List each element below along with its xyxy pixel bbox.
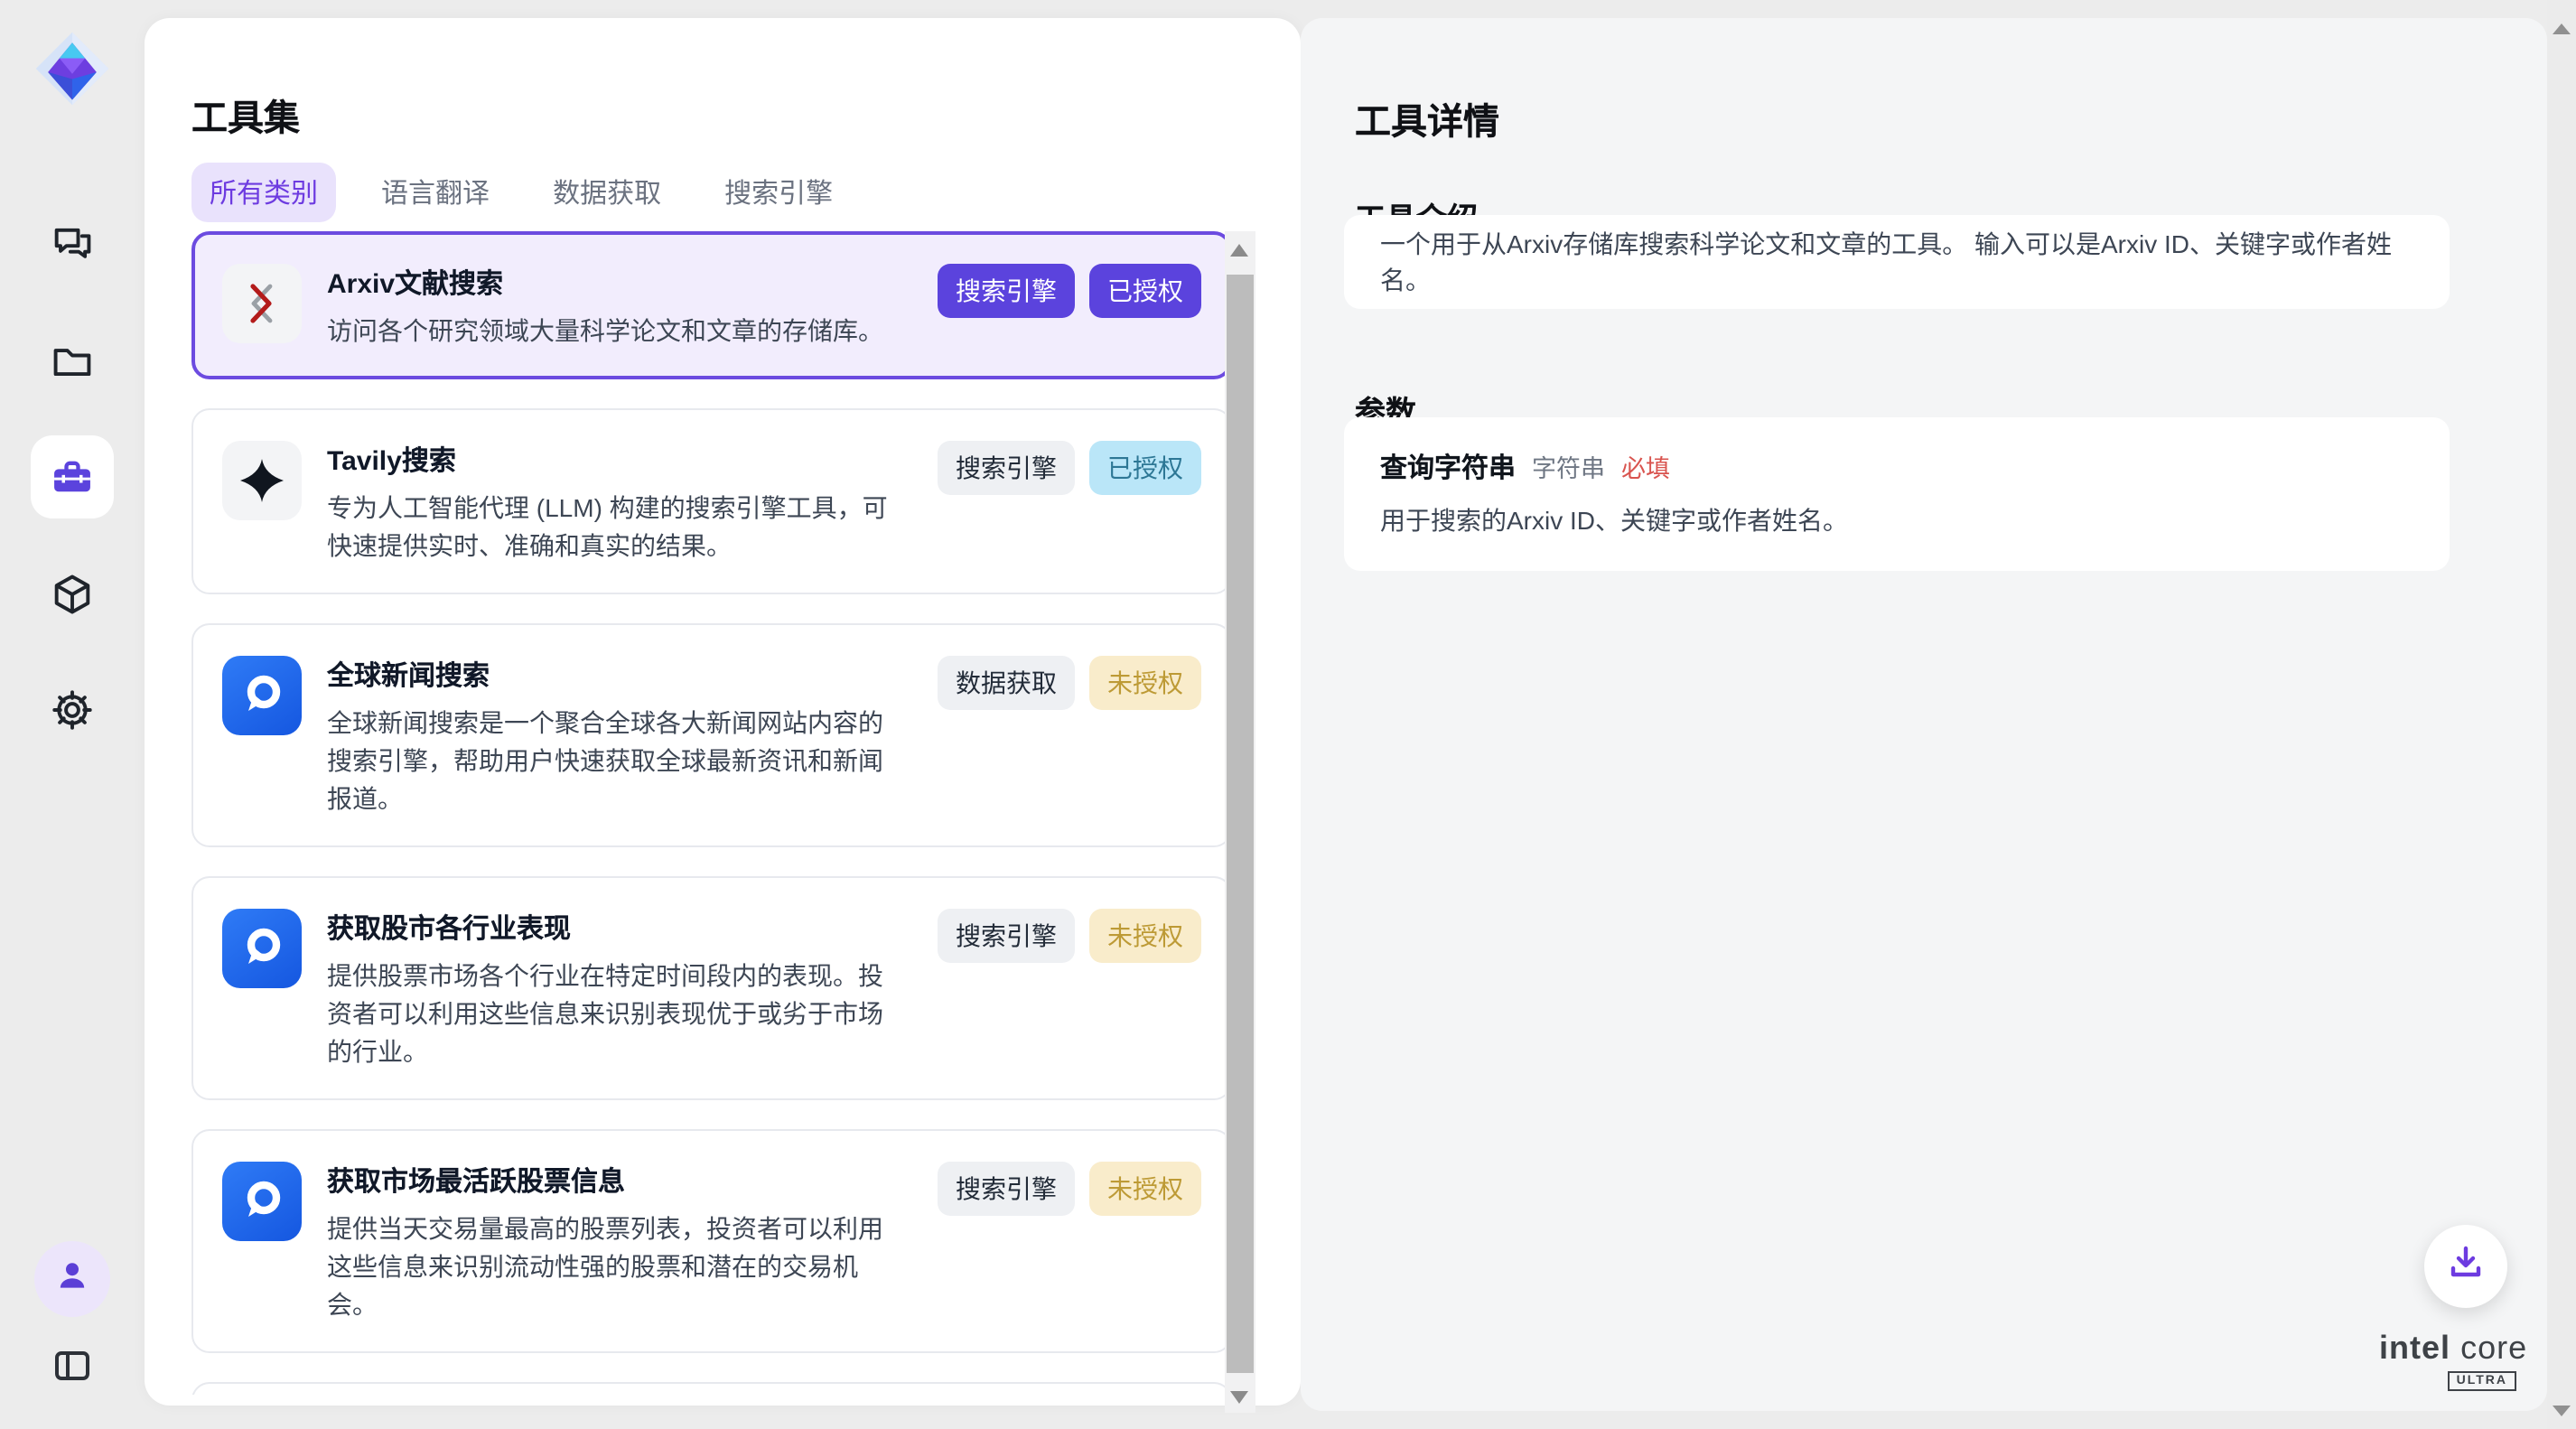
sidebar-item-settings[interactable] bbox=[31, 668, 114, 752]
tool-description: 专为人工智能代理 (LLM) 构建的搜索引擎工具，可快速提供实时、准确和真实的结… bbox=[327, 490, 901, 565]
chat-icon bbox=[49, 220, 96, 267]
download-icon bbox=[2446, 1242, 2486, 1291]
category-badge: 搜索引擎 bbox=[938, 441, 1075, 495]
auth-status-badge: 未授权 bbox=[1089, 1162, 1201, 1216]
sidebar bbox=[0, 0, 145, 1429]
intel-product-text: core bbox=[2460, 1330, 2527, 1366]
tool-name: 获取市场最活跃股票信息 bbox=[327, 1162, 901, 1200]
intel-ultra-badge: ULTRA bbox=[2448, 1371, 2516, 1391]
user-avatar-icon bbox=[51, 1253, 94, 1305]
auth-status-badge: 已授权 bbox=[1089, 441, 1201, 495]
auth-status-badge: 未授权 bbox=[1089, 909, 1201, 963]
tool-name: 获取股市各行业表现 bbox=[327, 909, 901, 947]
q-logo-icon bbox=[222, 656, 302, 735]
tool-name: 全球新闻搜索 bbox=[327, 656, 901, 694]
tool-card-stock-sectors[interactable]: 获取股市各行业表现 提供股票市场各个行业在特定时间段内的表现。投资者可以利用这些… bbox=[191, 876, 1232, 1100]
page-scrollbar[interactable] bbox=[2547, 0, 2576, 1429]
tool-card-most-active-stocks[interactable]: 获取市场最活跃股票信息 提供当天交易量最高的股票列表，投资者可以利用这些信息来识… bbox=[191, 1129, 1232, 1353]
arxiv-logo-icon bbox=[222, 264, 302, 343]
app-logo-icon bbox=[31, 27, 114, 110]
page-scroll-down-arrow-icon[interactable] bbox=[2553, 1406, 2571, 1416]
auth-status-badge: 未授权 bbox=[1089, 656, 1201, 710]
q-logo-icon bbox=[222, 909, 302, 988]
tavily-star-icon bbox=[222, 441, 302, 520]
tool-card-arxiv[interactable]: Arxiv文献搜索 访问各个研究领域大量科学论文和文章的存储库。 搜索引擎 已授… bbox=[191, 231, 1232, 379]
param-card: 查询字符串 字符串 必填 用于搜索的Arxiv ID、关键字或作者姓名。 bbox=[1344, 417, 2450, 571]
tool-name: Arxiv文献搜索 bbox=[327, 264, 901, 302]
category-badge: 搜索引擎 bbox=[938, 264, 1075, 318]
tool-list-scrollbar[interactable] bbox=[1225, 231, 1255, 1413]
param-required-badge: 必填 bbox=[1621, 448, 1670, 484]
tab-language-translation[interactable]: 语言翻译 bbox=[363, 163, 508, 222]
tab-all-categories[interactable]: 所有类别 bbox=[191, 163, 336, 222]
folder-icon bbox=[49, 338, 96, 385]
sidebar-item-models[interactable] bbox=[31, 553, 114, 636]
tool-card-local-news[interactable]: 万维地区新闻查询 查询具体行政区划内的新闻，快速了解各地新闻动 搜索引擎 未授权 bbox=[191, 1382, 1232, 1395]
tool-detail-panel: 工具详情 工具介绍 一个用于从Arxiv存储库搜索科学论文和文章的工具。 输入可… bbox=[1301, 18, 2547, 1411]
tool-name: Tavily搜索 bbox=[327, 441, 901, 479]
tool-card-global-news[interactable]: 全球新闻搜索 全球新闻搜索是一个聚合全球各大新闻网站内容的搜索引擎，帮助用户快速… bbox=[191, 623, 1232, 847]
tool-description: 提供股票市场各个行业在特定时间段内的表现。投资者可以利用这些信息来识别表现优于或… bbox=[327, 957, 901, 1071]
intel-core-ultra-logo: intel core ULTRA bbox=[2379, 1330, 2516, 1391]
cube-icon bbox=[49, 571, 96, 618]
category-badge: 数据获取 bbox=[938, 656, 1075, 710]
tab-data-fetch[interactable]: 数据获取 bbox=[535, 163, 679, 222]
detail-title: 工具详情 bbox=[1355, 91, 1499, 144]
intro-text: 一个用于从Arxiv存储库搜索科学论文和文章的工具。 输入可以是Arxiv ID… bbox=[1380, 226, 2413, 298]
tool-description: 提供当天交易量最高的股票列表，投资者可以利用这些信息来识别流动性强的股票和潜在的… bbox=[327, 1210, 901, 1324]
tool-list: Arxiv文献搜索 访问各个研究领域大量科学论文和文章的存储库。 搜索引擎 已授… bbox=[191, 231, 1232, 1395]
auth-status-badge: 已授权 bbox=[1089, 264, 1201, 318]
param-name: 查询字符串 bbox=[1380, 448, 1516, 486]
param-description: 用于搜索的Arxiv ID、关键字或作者姓名。 bbox=[1380, 502, 2413, 538]
page-title: 工具集 bbox=[191, 89, 300, 142]
scroll-up-arrow-icon[interactable] bbox=[1230, 244, 1248, 257]
toolbox-icon bbox=[49, 453, 96, 500]
scrollbar-thumb[interactable] bbox=[1227, 275, 1254, 1373]
category-badge: 搜索引擎 bbox=[938, 1162, 1075, 1216]
category-tabs: 所有类别 语言翻译 数据获取 搜索引擎 bbox=[191, 163, 851, 222]
param-type: 字符串 bbox=[1532, 448, 1605, 484]
sidebar-item-tools[interactable] bbox=[31, 435, 114, 518]
toolset-panel: 工具集 所有类别 语言翻译 数据获取 搜索引擎 Arxiv文献搜索 访问各个研究… bbox=[145, 18, 1301, 1406]
app-window: 工具集 所有类别 语言翻译 数据获取 搜索引擎 Arxiv文献搜索 访问各个研究… bbox=[0, 0, 2576, 1429]
user-avatar[interactable] bbox=[34, 1241, 110, 1317]
sidebar-collapse-button[interactable] bbox=[31, 1324, 114, 1407]
tool-description: 全球新闻搜索是一个聚合全球各大新闻网站内容的搜索引擎，帮助用户快速获取全球最新资… bbox=[327, 705, 901, 818]
intel-brand-text: intel bbox=[2379, 1330, 2450, 1366]
sidebar-item-files[interactable] bbox=[31, 320, 114, 403]
scroll-down-arrow-icon[interactable] bbox=[1230, 1391, 1248, 1404]
download-button[interactable] bbox=[2424, 1225, 2507, 1308]
intro-card: 一个用于从Arxiv存储库搜索科学论文和文章的工具。 输入可以是Arxiv ID… bbox=[1344, 215, 2450, 309]
sidebar-item-chat[interactable] bbox=[31, 202, 114, 285]
tab-search-engine[interactable]: 搜索引擎 bbox=[706, 163, 851, 222]
tool-card-tavily[interactable]: Tavily搜索 专为人工智能代理 (LLM) 构建的搜索引擎工具，可快速提供实… bbox=[191, 408, 1232, 594]
gear-icon bbox=[49, 686, 96, 733]
tool-description: 访问各个研究领域大量科学论文和文章的存储库。 bbox=[327, 313, 901, 350]
q-logo-icon bbox=[222, 1162, 302, 1241]
panel-toggle-icon bbox=[51, 1344, 94, 1387]
page-scroll-up-arrow-icon[interactable] bbox=[2553, 23, 2571, 34]
category-badge: 搜索引擎 bbox=[938, 909, 1075, 963]
